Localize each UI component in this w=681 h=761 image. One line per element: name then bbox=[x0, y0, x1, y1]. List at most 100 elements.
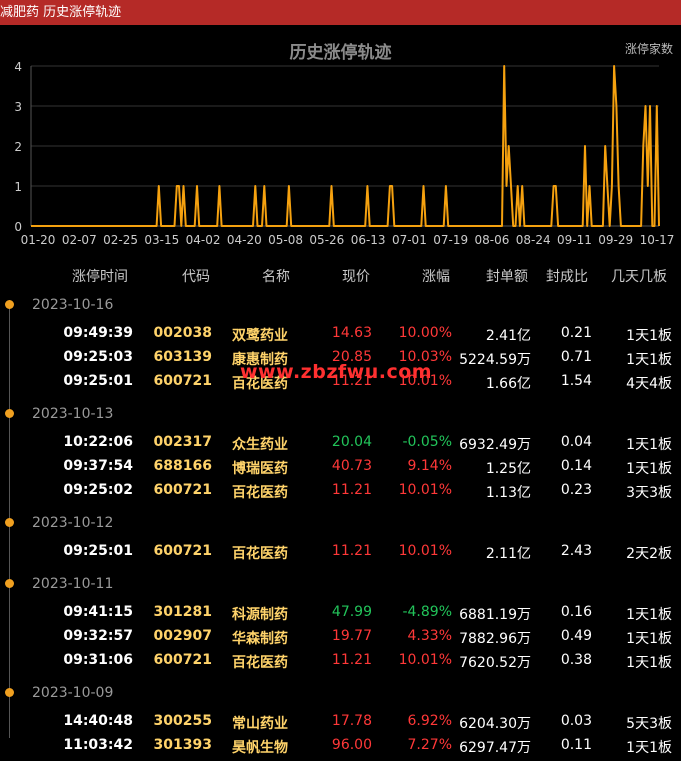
table-row[interactable]: 11:03:42 301393 昊帆生物 96.00 7.27% 6297.47万 0.11… bbox=[0, 737, 681, 761]
cell-time: 10:22:06 bbox=[63, 434, 133, 450]
x-tick-label: 07-01 bbox=[392, 233, 427, 247]
cell-amt: 7882.96万 bbox=[459, 631, 531, 647]
cell-amt: 2.41亿 bbox=[485, 328, 531, 344]
x-tick-label: 01-20 bbox=[21, 233, 56, 247]
cell-ratio: 1.54 bbox=[560, 373, 592, 389]
header-days[interactable]: 几天几板 bbox=[611, 266, 667, 286]
header-price[interactable]: 现价 bbox=[342, 266, 370, 286]
x-tick-label: 05-08 bbox=[268, 233, 303, 247]
cell-price: 96.00 bbox=[331, 737, 372, 753]
table-row[interactable]: 09:41:15 301281 科源制药 47.99 -4.89% 6881.19万 0.1… bbox=[0, 604, 681, 628]
cell-days: 1天1板 bbox=[626, 655, 672, 671]
x-tick-label: 04-20 bbox=[227, 233, 262, 247]
header-time[interactable]: 涨停时间 bbox=[72, 266, 128, 286]
cell-price: 20.04 bbox=[331, 434, 372, 450]
timeline-dot-icon bbox=[5, 518, 14, 527]
window-title: 减肥药 历史涨停轨迹 bbox=[0, 5, 122, 20]
table-row[interactable]: 10:22:06 002317 众生药业 20.04 -0.05% 6932.49万 0.0… bbox=[0, 434, 681, 458]
group-date: 2023-10-11 bbox=[32, 576, 114, 592]
limit-up-history-chart: 0 1 2 3 4 01-20 02-07 02-25 03-15 04-02 04-20 05-08… bbox=[14, 60, 675, 247]
watermark: www.zbzfwu.com bbox=[240, 361, 433, 383]
cell-code: 603139 bbox=[153, 349, 212, 365]
cell-ratio: 0.38 bbox=[560, 652, 592, 668]
table-row[interactable]: 09:31:06 600721 百花医药 11.21 10.01% 7620.52万 0.3… bbox=[0, 652, 681, 676]
cell-time: 09:25:02 bbox=[63, 482, 133, 498]
cell-days: 1天1板 bbox=[626, 631, 672, 647]
table-row[interactable]: 09:32:57 002907 华森制药 19.77 4.33% 7882.96万 0.49… bbox=[0, 628, 681, 652]
cell-amt: 2.11亿 bbox=[485, 546, 531, 562]
group-date: 2023-10-16 bbox=[32, 297, 114, 313]
cell-code: 301281 bbox=[153, 604, 212, 620]
cell-price: 19.77 bbox=[331, 628, 372, 644]
cell-price: 11.21 bbox=[331, 482, 372, 498]
cell-code: 600721 bbox=[153, 482, 212, 498]
cell-code: 600721 bbox=[153, 652, 212, 668]
x-tick-label: 08-24 bbox=[516, 233, 551, 247]
cell-code: 688166 bbox=[153, 458, 212, 474]
table-row[interactable]: 09:25:02 600721 百花医药 11.21 10.01% 1.13亿 0.23 3天… bbox=[0, 482, 681, 506]
x-tick-label: 02-07 bbox=[62, 233, 97, 247]
cell-name: 百花医药 bbox=[232, 485, 288, 501]
cell-pct: -4.89% bbox=[402, 604, 452, 620]
cell-ratio: 0.21 bbox=[560, 325, 592, 341]
y-tick-label: 2 bbox=[14, 140, 22, 154]
header-pct[interactable]: 涨幅 bbox=[422, 266, 450, 286]
y-tick-label: 4 bbox=[14, 60, 22, 74]
header-amount[interactable]: 封单额 bbox=[486, 266, 528, 286]
cell-days: 5天3板 bbox=[626, 716, 672, 732]
cell-code: 600721 bbox=[153, 543, 212, 559]
cell-days: 1天1板 bbox=[626, 328, 672, 344]
cell-pct: 10.01% bbox=[398, 652, 452, 668]
cell-code: 002038 bbox=[153, 325, 212, 341]
y-tick-label: 1 bbox=[14, 180, 22, 194]
x-tick-label: 09-11 bbox=[557, 233, 592, 247]
cell-amt: 7620.52万 bbox=[459, 655, 531, 671]
cell-pct: 7.27% bbox=[407, 737, 452, 753]
cell-days: 1天1板 bbox=[626, 437, 672, 453]
table-row[interactable]: 09:37:54 688166 博瑞医药 40.73 9.14% 1.25亿 0.14 1天1… bbox=[0, 458, 681, 482]
cell-pct: 10.01% bbox=[398, 482, 452, 498]
y-tick-label: 0 bbox=[14, 220, 22, 234]
cell-price: 11.21 bbox=[331, 543, 372, 559]
timeline-dot-icon bbox=[5, 409, 14, 418]
header-code[interactable]: 代码 bbox=[182, 266, 210, 286]
cell-pct: 9.14% bbox=[407, 458, 452, 474]
cell-name: 众生药业 bbox=[232, 437, 288, 453]
cell-ratio: 2.43 bbox=[560, 543, 592, 559]
cell-days: 3天3板 bbox=[626, 485, 672, 501]
cell-name: 常山药业 bbox=[232, 716, 288, 732]
x-tick-label: 05-26 bbox=[309, 233, 344, 247]
x-tick-label: 10-17 bbox=[640, 233, 675, 247]
cell-days: 1天1板 bbox=[626, 607, 672, 623]
cell-amt: 1.25亿 bbox=[485, 461, 531, 477]
cell-pct: 10.01% bbox=[398, 543, 452, 559]
cell-price: 40.73 bbox=[331, 458, 372, 474]
table-row[interactable]: 09:49:39 002038 双鹭药业 14.63 10.00% 2.41亿 0.21 1天… bbox=[0, 325, 681, 349]
cell-days: 1天1板 bbox=[626, 352, 672, 368]
x-tick-label: 07-19 bbox=[433, 233, 468, 247]
header-ratio[interactable]: 封成比 bbox=[546, 266, 588, 286]
cell-ratio: 0.11 bbox=[560, 737, 592, 753]
cell-time: 09:49:39 bbox=[63, 325, 133, 341]
cell-amt: 6932.49万 bbox=[459, 437, 531, 453]
timeline-dot-icon bbox=[5, 688, 14, 697]
cell-time: 09:41:15 bbox=[63, 604, 133, 620]
cell-code: 301393 bbox=[153, 737, 212, 753]
table-row[interactable]: 09:25:01 600721 百花医药 11.21 10.01% 2.11亿 2.43 2天… bbox=[0, 543, 681, 567]
table-header: 涨停时间 代码 名称 现价 涨幅 封单额 封成比 几天几板 bbox=[0, 266, 681, 290]
cell-price: 14.63 bbox=[331, 325, 372, 341]
cell-time: 09:32:57 bbox=[63, 628, 133, 644]
cell-pct: 6.92% bbox=[407, 713, 452, 729]
y-tick-label: 3 bbox=[14, 100, 22, 114]
cell-code: 002907 bbox=[153, 628, 212, 644]
cell-ratio: 0.03 bbox=[560, 713, 592, 729]
cell-name: 百花医药 bbox=[232, 546, 288, 562]
timeline-dot-icon bbox=[5, 300, 14, 309]
header-name[interactable]: 名称 bbox=[262, 266, 290, 286]
cell-pct: -0.05% bbox=[402, 434, 452, 450]
window-title-bar: 减肥药 历史涨停轨迹 bbox=[0, 0, 681, 25]
cell-days: 4天4板 bbox=[626, 376, 672, 392]
cell-price: 17.78 bbox=[331, 713, 372, 729]
table-row[interactable]: 14:40:48 300255 常山药业 17.78 6.92% 6204.30万 0.03… bbox=[0, 713, 681, 737]
cell-code: 300255 bbox=[153, 713, 212, 729]
